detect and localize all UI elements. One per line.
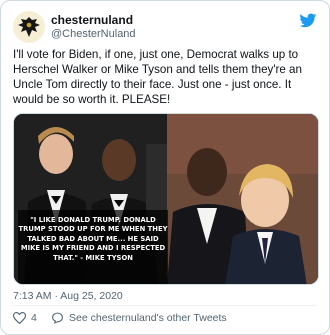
divider (13, 305, 317, 306)
eagle-avatar-icon (13, 11, 45, 43)
author-display-name[interactable]: chesternuland (51, 13, 136, 27)
like-count[interactable]: 4 (31, 312, 37, 324)
tweet-actions: 4 See chesternuland's other Tweets (13, 310, 317, 328)
media-photo-right (167, 114, 318, 284)
avatar[interactable] (13, 11, 45, 43)
heart-icon[interactable] (13, 312, 26, 324)
see-other-tweets-link[interactable]: See chesternuland's other Tweets (69, 312, 227, 324)
author-names: chesternuland @ChesterNuland (51, 13, 136, 41)
tweet-media[interactable]: "I LIKE DONALD TRUMP. DONALD TRUMP STOOD… (13, 113, 319, 285)
tweet-text: I'll vote for Biden, if one, just one, D… (13, 48, 302, 106)
twitter-bird-icon[interactable] (299, 13, 317, 29)
tweet-card[interactable]: chesternuland @ChesterNuland I'll vote f… (0, 0, 330, 335)
media-quote-caption: "I LIKE DONALD TRUMP. DONALD TRUMP STOOD… (18, 210, 168, 284)
tweet-header: chesternuland @ChesterNuland (13, 11, 317, 43)
reply-bubble-icon[interactable] (51, 312, 64, 324)
tweet-timestamp[interactable]: 7:13 AM · Aug 25, 2020 (13, 290, 123, 302)
author-handle[interactable]: @ChesterNuland (51, 27, 136, 41)
